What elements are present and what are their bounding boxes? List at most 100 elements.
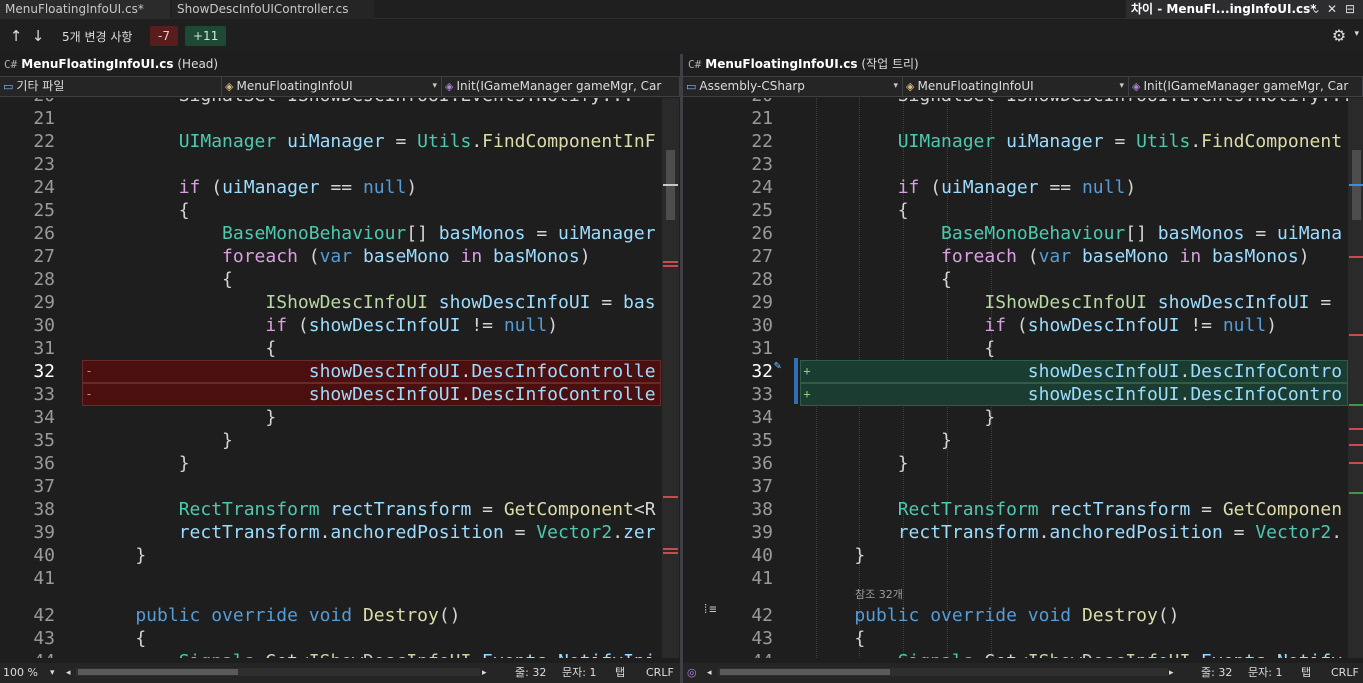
code-line[interactable]: 24 if (uiManager == null)	[0, 176, 661, 199]
code-line[interactable]: 31 {	[700, 337, 1348, 360]
code-line[interactable]: 29 IShowDescInfoUI showDescInfoUI = bas	[0, 291, 661, 314]
code-line[interactable]: 38 RectTransform rectTransform = GetComp…	[0, 498, 661, 521]
code-line[interactable]: 21	[700, 107, 1348, 130]
code-line[interactable]: 33- showDescInfoUI.DescInfoControlle	[0, 383, 661, 406]
code-token: UIManager	[92, 131, 277, 152]
code-line[interactable]: 30 if (showDescInfoUI != null)	[0, 314, 661, 337]
previous-change-icon[interactable]: ↑	[8, 26, 24, 46]
code-line[interactable]: 22 UIManager uiManager = Utils.FindCompo…	[700, 130, 1348, 153]
code-line[interactable]: 26 BaseMonoBehaviour[] basMonos = uiMana…	[0, 222, 661, 245]
code-token: var	[319, 246, 353, 267]
code-line[interactable]: 20 SignalSet IShowDescInfoUI.Events.Noti…	[700, 98, 1348, 107]
settings-dropdown-icon[interactable]: ▾	[1354, 29, 1359, 39]
code-line[interactable]: 40 }	[0, 544, 661, 567]
left-horizontal-thumb[interactable]	[78, 669, 238, 675]
scroll-left-icon[interactable]: ◂	[707, 663, 712, 683]
scroll-right-icon[interactable]: ▸	[1169, 663, 1174, 683]
bookmark-icon[interactable]: ⁞≡	[702, 602, 716, 617]
code-line[interactable]: 42 public override void Destroy()	[700, 604, 1348, 627]
code-line[interactable]: 41	[0, 567, 661, 590]
code-line[interactable]: 21	[0, 107, 661, 130]
code-line[interactable]: 39 rectTransform.anchoredPosition = Vect…	[700, 521, 1348, 544]
scroll-left-icon[interactable]: ◂	[66, 663, 71, 683]
line-number: 37	[33, 476, 55, 497]
right-project-dropdown[interactable]: ▭ Assembly-CSharp ▾	[683, 77, 903, 96]
code-line[interactable]: 22 UIManager uiManager = Utils.FindCompo…	[0, 130, 661, 153]
code-line[interactable]: 28 {	[0, 268, 661, 291]
misc-files-icon: ▭	[3, 80, 14, 93]
code-line[interactable]: 31 {	[0, 337, 661, 360]
code-line[interactable]: 23	[700, 153, 1348, 176]
code-line[interactable]: 42 public override void Destroy()	[0, 604, 661, 627]
code-line[interactable]: 35 }	[0, 429, 661, 452]
code-line[interactable]: 37	[0, 475, 661, 498]
quick-action-icon[interactable]: ✎	[774, 358, 781, 372]
right-line-ending[interactable]: CRLF	[1331, 663, 1359, 683]
code-token: DescInfoControlle	[471, 361, 656, 382]
right-class-dropdown[interactable]: ◈ MenuFloatingInfoUI ▾	[903, 77, 1129, 96]
code-line[interactable]: 29 IShowDescInfoUI showDescInfoUI =	[700, 291, 1348, 314]
code-line[interactable]: 28 {	[700, 268, 1348, 291]
left-vertical-scrollbar[interactable]	[662, 98, 679, 658]
code-line[interactable]: 27 foreach (var baseMono in basMonos)	[700, 245, 1348, 268]
code-line[interactable]: 34 }	[0, 406, 661, 429]
close-icon[interactable]: ✕	[1325, 1, 1339, 17]
code-text: }	[811, 544, 865, 567]
right-member-dropdown[interactable]: ◈ Init(IGameManager gameMgr, Car	[1129, 77, 1363, 96]
left-indent-mode[interactable]: 탭	[615, 663, 625, 683]
code-line[interactable]: 20 SignalSet IShowDescInfoUI.Events.Noti…	[0, 98, 661, 107]
code-token: ==	[1038, 177, 1082, 198]
code-line[interactable]: 34 }	[700, 406, 1348, 429]
code-token: UIManager	[811, 131, 996, 152]
code-line[interactable]: 43 {	[700, 627, 1348, 650]
code-line[interactable]: 24 if (uiManager == null)	[700, 176, 1348, 199]
right-vertical-scrollbar[interactable]	[1348, 98, 1363, 658]
code-line[interactable]: 38 RectTransform rectTransform = GetComp…	[700, 498, 1348, 521]
left-project-dropdown[interactable]: ▭ 기타 파일	[0, 77, 222, 96]
code-line[interactable]: 35 }	[700, 429, 1348, 452]
pane-splitter[interactable]	[680, 54, 683, 683]
code-text: rectTransform.anchoredPosition = Vector2…	[811, 521, 1342, 544]
zoom-dropdown-icon[interactable]: ▾	[50, 663, 55, 683]
code-line[interactable]: 23	[0, 153, 661, 176]
code-line[interactable]: 36 }	[0, 452, 661, 475]
code-line[interactable]: 26 BaseMonoBehaviour[] basMonos = uiMana	[700, 222, 1348, 245]
code-line[interactable]: 25 {	[0, 199, 661, 222]
copilot-icon[interactable]: ◎	[687, 663, 697, 683]
code-line[interactable]: 44 Signals.Get<IShowDescInfoUI.Events.No…	[0, 650, 661, 658]
pin-icon[interactable]: ⊟	[1343, 1, 1357, 17]
right-horizontal-thumb[interactable]	[720, 669, 890, 675]
settings-gear-icon[interactable]: ⚙	[1329, 26, 1349, 46]
left-code-editor[interactable]: 20 SignalSet IShowDescInfoUI.Events.Noti…	[0, 98, 661, 658]
zoom-level[interactable]: 100 %	[3, 663, 38, 683]
scroll-right-icon[interactable]: ▸	[482, 663, 487, 683]
left-line-ending[interactable]: CRLF	[646, 663, 674, 683]
next-change-icon[interactable]: ↓	[30, 26, 46, 46]
right-indent-mode[interactable]: 탭	[1301, 663, 1311, 683]
code-line[interactable]: 27 foreach (var baseMono in basMonos)	[0, 245, 661, 268]
code-line[interactable]: 37	[700, 475, 1348, 498]
tab-menu-icon[interactable]: ⌄	[1309, 1, 1323, 17]
code-line[interactable]: 39 rectTransform.anchoredPosition = Vect…	[0, 521, 661, 544]
right-code-editor[interactable]: 20 SignalSet IShowDescInfoUI.Events.Noti…	[700, 98, 1348, 658]
left-class-dropdown[interactable]: ◈ MenuFloatingInfoUI ▾	[222, 77, 442, 96]
code-token: uiMana	[1277, 223, 1343, 244]
tab-show-desc-info-ui-controller[interactable]: ShowDescInfoUIController.cs	[172, 0, 374, 19]
code-line[interactable]: 40 }	[700, 544, 1348, 567]
left-member-dropdown[interactable]: ◈ Init(IGameManager gameMgr, Car	[442, 77, 680, 96]
code-token: showDescInfoUI	[92, 384, 461, 405]
code-line[interactable]: 43 {	[0, 627, 661, 650]
code-line[interactable]: 36 }	[700, 452, 1348, 475]
tab-menu-floating-info-ui[interactable]: MenuFloatingInfoUI.cs*	[0, 0, 170, 19]
code-line[interactable]: 41	[700, 567, 1348, 590]
code-lens-references[interactable]: 참조 32개	[855, 586, 903, 602]
code-line[interactable]: 44 Signals.Get<IShowDescInfoUI.Events.No…	[700, 650, 1348, 658]
line-number: 30	[751, 315, 773, 336]
code-token: .	[1190, 651, 1201, 658]
code-text: public override void Destroy()	[92, 604, 460, 627]
code-line[interactable]: 32- showDescInfoUI.DescInfoControlle	[0, 360, 661, 383]
code-line[interactable]: 25 {	[700, 199, 1348, 222]
code-line[interactable]: 30 if (showDescInfoUI != null)	[700, 314, 1348, 337]
tab-diff-active[interactable]: 차이 - MenuFl...ingInfoUI.cs* ⌄ ✕ ⊟	[1126, 0, 1363, 19]
